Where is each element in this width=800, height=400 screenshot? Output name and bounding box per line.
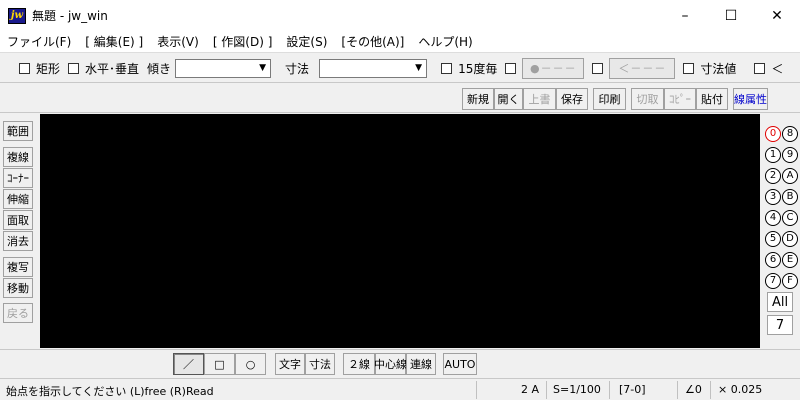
centerline-button[interactable]: 中心線 [374,353,407,375]
window-title: 無題 - jw_win [32,9,108,23]
layer-8-button[interactable]: 8 [782,126,798,142]
layer-a-button[interactable]: A [782,168,798,184]
dimval-checkbox[interactable] [683,62,695,74]
menu-help[interactable]: ヘルプ(H) [411,33,479,50]
line-attr-button[interactable]: 線属性 [733,88,768,110]
dim-tool-button[interactable]: 寸法 [305,353,335,375]
layer-c-button[interactable]: C [782,210,798,226]
print-button[interactable]: 印刷 [593,88,626,110]
paper-size-readout[interactable]: 2 A [521,383,539,396]
factor-readout[interactable]: × 0.025 [718,383,762,396]
minimize-button[interactable]: – [662,0,708,31]
status-divider [710,381,711,399]
control-bar: 矩形 水平･垂直 傾き ▼ 寸法 ▼ 15度毎 ●－－－ ＜－－－ 寸法値 ＜ [0,54,800,83]
rect-checkbox[interactable] [19,62,30,74]
layer-6-button[interactable]: 6 [765,252,781,268]
file-toolbar: 新規 開く 上書 保存 印刷 切取 ｺﾋﾟｰ 貼付 線属性 [0,84,800,113]
left-tool-panel: 範囲 複線 ｺｰﾅｰ 伸縮 面取 消去 複写 移動 戻る [0,113,40,349]
copy-button[interactable]: ｺﾋﾟｰ [664,88,696,110]
corner-button[interactable]: ｺｰﾅｰ [3,168,33,188]
status-divider [546,381,547,399]
angle-readout[interactable]: ∠0 [685,383,702,396]
back-button[interactable]: ＜－－－ [609,57,676,79]
lt-label: ＜ [771,61,784,76]
range-button[interactable]: 範囲 [3,121,33,141]
menu-edit[interactable]: [ 編集(E) ] [78,33,150,50]
back-checkbox[interactable] [592,62,604,74]
window-controls: – ☐ ✕ [662,0,800,31]
layer-5-button[interactable]: 5 [765,231,781,247]
layer-3-button[interactable]: 3 [765,189,781,205]
scale-readout[interactable]: S=1/100 [553,383,601,396]
dim-label: 寸法 [285,61,310,76]
deg15-label: 15度毎 [458,61,498,76]
layer-7-button[interactable]: 7 [765,273,781,289]
menu-view[interactable]: 表示(V) [150,33,206,50]
double-line-button[interactable]: ２線 [343,353,375,375]
menu-other[interactable]: [その他(A)] [334,33,411,50]
hv-checkbox[interactable] [68,62,80,74]
rect-label: 矩形 [36,61,61,76]
status-divider [677,381,678,399]
dimval-label: 寸法値 [700,61,737,76]
cut-button[interactable]: 切取 [631,88,664,110]
auto-button[interactable]: AUTO [443,353,477,375]
layer-readout[interactable]: [7-0] [619,383,646,396]
circle-tool-button[interactable]: ○ [235,353,266,375]
layer-9-button[interactable]: 9 [782,147,798,163]
chevron-down-icon: ▼ [259,63,267,73]
chamfer-button[interactable]: 面取 [3,210,33,230]
layer-2-button[interactable]: 2 [765,168,781,184]
layer-0-button[interactable]: 0 [765,126,781,142]
line-tool-button[interactable]: ／ [173,353,204,375]
status-message: 始点を指示してください (L)free (R)Read [6,385,214,398]
layer-d-button[interactable]: D [782,231,798,247]
menu-draw[interactable]: [ 作図(D) ] [206,33,280,50]
text-tool-button[interactable]: 文字 [275,353,305,375]
tilt-label: 傾き [147,61,172,76]
stretch-button[interactable]: 伸縮 [3,189,33,209]
continuous-line-button[interactable]: 連線 [406,353,436,375]
tilt-combo[interactable]: ▼ [175,58,272,78]
open-button[interactable]: 開く [494,88,523,110]
layer-f-button[interactable]: F [782,273,798,289]
status-bar: 始点を指示してください (L)free (R)Read 2 A S=1/100 … [0,378,800,400]
parallel-line-button[interactable]: 複線 [3,147,33,167]
pt-checkbox[interactable] [505,62,517,74]
layer-4-button[interactable]: 4 [765,210,781,226]
close-button[interactable]: ✕ [754,0,800,31]
hv-label: 水平･垂直 [85,61,140,76]
title-bar: jw 無題 - jw_win – ☐ ✕ [0,0,800,31]
layer-e-button[interactable]: E [782,252,798,268]
status-divider [609,381,610,399]
chevron-down-icon: ▼ [415,63,423,73]
menu-settings[interactable]: 設定(S) [279,33,334,50]
move-button[interactable]: 移動 [3,278,33,298]
drawing-canvas[interactable] [40,114,760,348]
status-divider [476,381,477,399]
layer-panel: 0 1 2 3 4 5 6 7 8 9 A B C D E F [760,113,800,349]
copy-tool-button[interactable]: 複写 [3,257,33,277]
menu-file[interactable]: ファイル(F) [0,33,78,50]
layer-b-button[interactable]: B [782,189,798,205]
all-layers-button[interactable]: All [767,292,793,312]
deg15-checkbox[interactable] [441,62,453,74]
dim-combo[interactable]: ▼ [319,58,428,78]
rect-tool-button[interactable]: □ [204,353,235,375]
maximize-button[interactable]: ☐ [708,0,754,31]
layer-1-button[interactable]: 1 [765,147,781,163]
app-logo-icon: jw [8,7,26,24]
point-button[interactable]: ●－－－ [522,57,585,79]
new-button[interactable]: 新規 [462,88,494,110]
overwrite-button[interactable]: 上書 [523,88,556,110]
lt-checkbox[interactable] [754,62,766,74]
layer-group-button[interactable]: 7 [767,315,793,335]
undo-button[interactable]: 戻る [3,303,33,323]
save-button[interactable]: 保存 [556,88,588,110]
paste-button[interactable]: 貼付 [696,88,728,110]
menu-bar: ファイル(F) [ 編集(E) ] 表示(V) [ 作図(D) ] 設定(S) … [0,31,800,53]
draw-toolbar: ／ □ ○ 文字 寸法 ２線 中心線 連線 AUTO [0,349,800,377]
erase-button[interactable]: 消去 [3,231,33,251]
